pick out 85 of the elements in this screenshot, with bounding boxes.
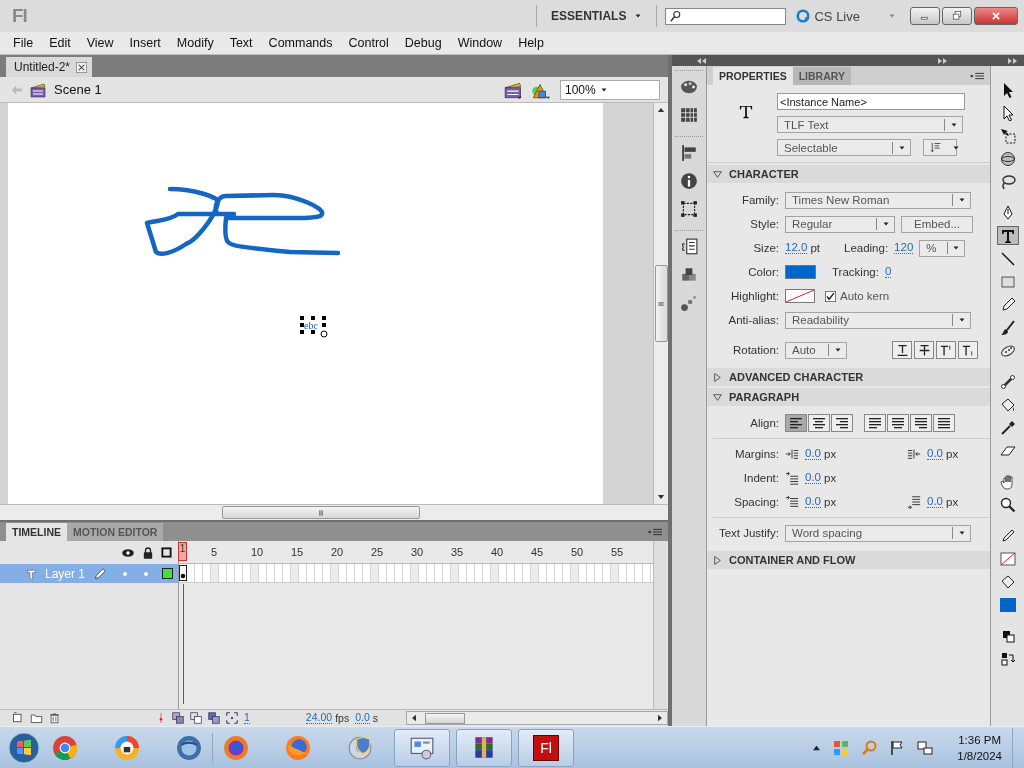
indent-value[interactable]: 0.0 [805,472,821,484]
leading-unit-dropdown[interactable]: % [919,239,966,257]
field-label: Size: [752,242,779,254]
font-size-value[interactable]: 12.0 [785,242,808,254]
frame-number: 15 [291,546,304,558]
instance-name-field[interactable]: <Instance Name> [777,93,965,110]
field-label: Highlight: [730,290,779,302]
frame-number: 25 [371,546,384,558]
field-label: Margins: [733,448,779,460]
panel-tab[interactable]: TIMELINE [6,523,67,541]
tracking-value[interactable]: 0 [884,266,892,278]
frame-rate-value[interactable]: 24.00 [305,712,333,724]
elapsed-time-unit: s [372,712,378,724]
app-logo: Fl [12,5,27,27]
elapsed-time-value[interactable]: 0.0 [355,712,370,724]
frame-number: 30 [411,546,424,558]
field-label: Text Justify: [717,527,779,539]
frame-number: 50 [571,546,584,558]
panel-tab[interactable]: PROPERTIES [713,67,793,85]
section-header[interactable]: CONTAINER AND FLOW [707,551,990,569]
frame-number: 45 [531,546,544,558]
menu-item[interactable]: Debug [396,34,450,52]
playhead-frame-number[interactable]: 1 [178,542,187,561]
menu-item[interactable]: Control [340,34,397,52]
field-label: Indent: [742,472,779,484]
embed-button[interactable]: Embed... [901,215,973,233]
taskbar-app[interactable]: Fl [518,728,574,767]
section-header[interactable]: ADVANCED CHARACTER [707,368,990,386]
unit-label: px [824,496,837,508]
space-before-value[interactable]: 0.0 [805,496,821,508]
selected-text-box[interactable]: ebc [300,316,328,338]
field-label: Family: [740,194,779,206]
zoom-dropdown[interactable]: 100% [560,79,660,100]
rotation-dropdown[interactable]: Auto [785,341,847,359]
menu-item[interactable]: Window [449,34,511,52]
margin-left-value[interactable]: 0.0 [805,448,821,460]
font-style-dropdown[interactable]: Regular [785,215,895,233]
current-frame-value[interactable]: 1 [244,712,250,724]
unit-label: px [946,448,959,460]
clock-time[interactable]: 1:36 PM [958,731,1002,748]
menu-item[interactable]: Commands [260,34,341,52]
flash-app-icon: Fl [533,734,559,761]
unit-label: px [946,496,959,508]
frame-number: 20 [331,546,344,558]
text-engine-dropdown[interactable]: TLF Text [777,116,963,133]
auto-kern-checkbox[interactable]: Auto kern [825,290,890,302]
margin-right-value[interactable]: 0.0 [927,448,943,460]
frame-number: 35 [451,546,464,558]
field-label: Style: [749,218,779,230]
frame-number: 55 [611,546,624,558]
menu-item[interactable]: Help [510,34,552,52]
field-label: Align: [749,417,779,429]
clock-date[interactable]: 1/8/2024 [957,747,1002,764]
cs-live-button[interactable]: CS Live [796,8,860,24]
menu-item[interactable]: Modify [168,34,222,52]
unit-label: px [824,448,837,460]
field-label: Rotation: [731,344,779,356]
text-type-dropdown[interactable]: Selectable [777,139,911,156]
menu-item[interactable]: Text [221,34,261,52]
font-family-dropdown[interactable]: Times New Roman [785,191,971,209]
frame-number: 10 [251,546,264,558]
document-tab[interactable]: Untitled-2* [6,57,93,77]
anti-alias-dropdown[interactable]: Readability [785,311,971,329]
frame-number: 5 [211,546,218,558]
menu-item[interactable]: File [5,34,42,52]
frame-number: 40 [491,546,504,558]
menu-item[interactable]: View [78,34,122,52]
menu-item[interactable]: Insert [121,34,169,52]
scene-label[interactable]: Scene 1 [54,82,102,97]
text-justify-dropdown[interactable]: Word spacing [785,524,971,542]
menu-item[interactable]: Edit [41,34,79,52]
space-after-value[interactable]: 0.0 [927,496,943,508]
section-header[interactable]: PARAGRAPH [707,388,990,406]
unit-label: px [824,472,837,484]
leading-value[interactable]: 120 [894,242,914,254]
frame-rate-unit: fps [335,712,350,724]
workspace-switcher[interactable]: ESSENTIALS [545,6,649,26]
panel-tab[interactable]: LIBRARY [792,67,851,85]
field-label: Anti-alias: [727,314,779,326]
field-label: Color: [747,266,779,278]
field-label: Leading: [844,242,889,254]
section-header[interactable]: CHARACTER [707,165,990,183]
field-label: Spacing: [733,496,779,508]
field-label: Tracking: [832,266,879,278]
font-size-unit: pt [810,242,820,254]
